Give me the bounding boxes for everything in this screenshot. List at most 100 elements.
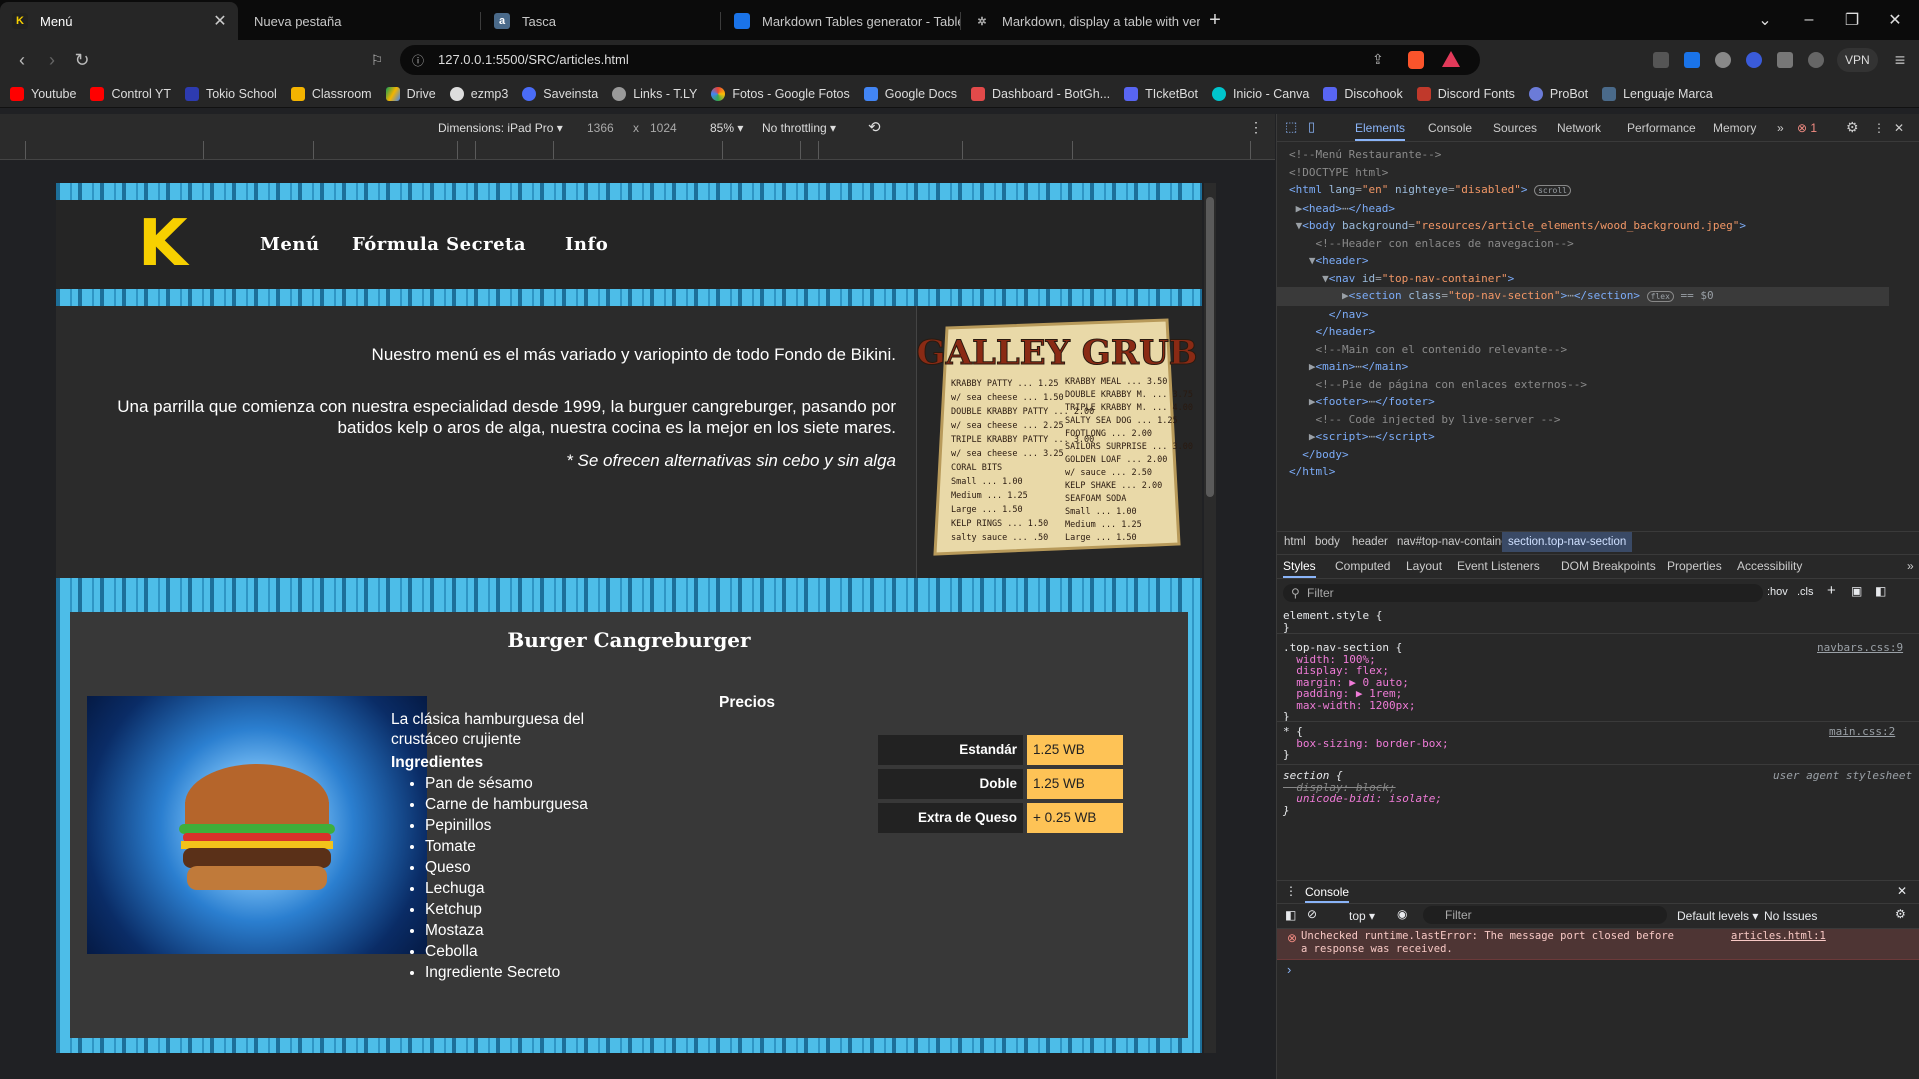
- puzzle-icon[interactable]: [1777, 52, 1793, 68]
- new-tab-icon[interactable]: +: [1201, 6, 1229, 34]
- eye-icon[interactable]: ◉: [1397, 907, 1407, 921]
- nav-link-menu[interactable]: Menú: [260, 234, 320, 255]
- menu-icon[interactable]: ≡: [1886, 46, 1914, 74]
- scrollbar-thumb[interactable]: [1206, 197, 1214, 497]
- more-options-icon[interactable]: ⋮: [1249, 119, 1263, 136]
- error-source-link[interactable]: articles.html:1: [1731, 930, 1826, 943]
- brave-rewards-icon[interactable]: [1442, 51, 1460, 67]
- inspect-icon[interactable]: ⬚: [1285, 119, 1297, 135]
- height-field[interactable]: 1024: [650, 121, 677, 135]
- close-window-icon[interactable]: ✕: [1881, 6, 1909, 34]
- bookmark-youtube[interactable]: Youtube: [10, 86, 76, 101]
- rotate-icon[interactable]: ⟲: [868, 118, 881, 136]
- restore-icon[interactable]: ❐: [1838, 6, 1866, 34]
- bookmark-ticketbot[interactable]: TIcketBot: [1124, 86, 1198, 101]
- page-scrollbar[interactable]: [1204, 183, 1216, 1053]
- throttling-select[interactable]: No throttling ▾: [762, 121, 836, 135]
- bookmark-links[interactable]: Links - T.LY: [612, 86, 697, 101]
- cls-toggle[interactable]: .cls: [1797, 586, 1814, 598]
- crumb-header[interactable]: header: [1352, 536, 1388, 548]
- more-tabs-icon[interactable]: »: [1777, 121, 1784, 135]
- dimensions-select[interactable]: Dimensions: iPad Pro ▾: [438, 121, 563, 135]
- close-icon[interactable]: ✕: [210, 11, 230, 31]
- extension-icon[interactable]: [1653, 52, 1669, 68]
- source-link[interactable]: main.css:2: [1829, 726, 1895, 738]
- tab-console[interactable]: Console: [1428, 121, 1472, 135]
- nav-link-formula[interactable]: Fórmula Secreta: [352, 234, 526, 255]
- bookmark-lenguaje-marca[interactable]: Lenguaje Marca: [1602, 86, 1713, 101]
- reload-icon[interactable]: ↻: [68, 46, 96, 74]
- ruler-mark[interactable]: [25, 141, 26, 159]
- close-icon[interactable]: ✕: [1894, 121, 1904, 135]
- ruler-mark[interactable]: [313, 141, 314, 159]
- paint-icon[interactable]: ▣: [1851, 584, 1862, 598]
- extension-icon[interactable]: [1746, 52, 1762, 68]
- crumb-body[interactable]: body: [1315, 536, 1340, 548]
- bookmark-classroom[interactable]: Classroom: [290, 86, 372, 101]
- url-field[interactable]: ⓘ 127.0.0.1:5500/SRC/articles.html ⇪: [400, 45, 1480, 75]
- tab-tasca[interactable]: a Tasca: [482, 2, 720, 40]
- tab-memory[interactable]: Memory: [1713, 121, 1756, 135]
- extension-icon[interactable]: [1715, 52, 1731, 68]
- issues-button[interactable]: No Issues: [1764, 909, 1817, 923]
- forward-icon[interactable]: ›: [38, 46, 66, 74]
- ruler-mark[interactable]: [818, 141, 819, 159]
- back-icon[interactable]: ‹: [8, 46, 36, 74]
- tab-layout[interactable]: Layout: [1406, 559, 1442, 573]
- zoom-select[interactable]: 85% ▾: [710, 121, 743, 135]
- rule-top-nav-section[interactable]: .top-nav-section { width: 100%; display:…: [1283, 642, 1908, 723]
- ruler-mark[interactable]: [475, 141, 476, 159]
- more-options-icon[interactable]: ⋮: [1873, 121, 1885, 135]
- vpn-button[interactable]: VPN: [1837, 48, 1878, 72]
- levels-select[interactable]: Default levels ▾: [1677, 909, 1758, 923]
- bookmark-botghost[interactable]: Dashboard - BotGh...: [971, 86, 1110, 101]
- styles-filter[interactable]: ⚲ Filter: [1283, 584, 1763, 602]
- bookmark-discohook[interactable]: Discohook: [1323, 86, 1403, 101]
- ruler-mark[interactable]: [203, 141, 204, 159]
- ruler-mark[interactable]: [553, 141, 554, 159]
- tab-new[interactable]: Nueva pestaña: [242, 2, 480, 40]
- clear-console-icon[interactable]: ⊘: [1307, 907, 1317, 921]
- ruler-mark[interactable]: [800, 141, 801, 159]
- ruler-mark[interactable]: [1250, 141, 1251, 159]
- logo[interactable]: K: [138, 212, 188, 276]
- extension-icon[interactable]: [1684, 52, 1700, 68]
- tab-event-listeners[interactable]: Event Listeners: [1457, 559, 1540, 573]
- nav-link-info[interactable]: Info: [565, 234, 608, 255]
- bookmark-saveinsta[interactable]: Saveinsta: [522, 86, 598, 101]
- chevron-down-icon[interactable]: ⌄: [1751, 6, 1779, 34]
- console-tab[interactable]: Console: [1305, 885, 1350, 903]
- crumb-section[interactable]: section.top-nav-section: [1502, 532, 1633, 552]
- minimize-icon[interactable]: –: [1795, 6, 1823, 34]
- settings-icon[interactable]: ⚙: [1895, 907, 1906, 921]
- ruler-mark[interactable]: [457, 141, 458, 159]
- console-filter[interactable]: Filter: [1423, 906, 1667, 924]
- bookmark-icon[interactable]: ⚐: [363, 46, 391, 74]
- ruler-mark[interactable]: [722, 141, 723, 159]
- tab-computed[interactable]: Computed: [1335, 559, 1390, 573]
- bookmark-probot[interactable]: ProBot: [1528, 86, 1588, 101]
- tab-sources[interactable]: Sources: [1493, 121, 1537, 135]
- tab-markdown-generator[interactable]: Markdown Tables generator - Tables: [722, 2, 960, 40]
- bookmark-drive[interactable]: Drive: [385, 86, 436, 101]
- tab-performance[interactable]: Performance: [1627, 121, 1696, 135]
- more-tabs-icon[interactable]: »: [1907, 559, 1914, 573]
- bookmark-canva[interactable]: Inicio - Canva: [1211, 86, 1309, 101]
- settings-icon[interactable]: ⚙: [1846, 119, 1859, 136]
- ruler-mark[interactable]: [962, 141, 963, 159]
- tab-markdown-display[interactable]: ✲ Markdown, display a table with vert: [962, 2, 1200, 40]
- width-field[interactable]: 1366: [587, 121, 614, 135]
- tab-dom-breakpoints[interactable]: DOM Breakpoints: [1561, 559, 1656, 573]
- crumb-html[interactable]: html: [1284, 536, 1306, 548]
- device-toggle-icon[interactable]: ▯: [1308, 119, 1315, 135]
- bookmark-control-yt[interactable]: Control YT: [90, 86, 171, 101]
- hov-toggle[interactable]: :hov: [1767, 586, 1788, 598]
- bookmark-tokio[interactable]: Tokio School: [184, 86, 277, 101]
- tab-accessibility[interactable]: Accessibility: [1737, 559, 1802, 573]
- share-icon[interactable]: ⇪: [1372, 51, 1384, 68]
- tab-properties[interactable]: Properties: [1667, 559, 1722, 573]
- rule-universal[interactable]: * { box-sizing: border-box; }: [1283, 726, 1908, 761]
- source-link[interactable]: navbars.css:9: [1817, 642, 1903, 654]
- dom-tree[interactable]: <!--Menú Restaurante--> <!DOCTYPE html> …: [1277, 146, 1914, 481]
- sidebar-toggle-icon[interactable]: ◧: [1285, 908, 1296, 922]
